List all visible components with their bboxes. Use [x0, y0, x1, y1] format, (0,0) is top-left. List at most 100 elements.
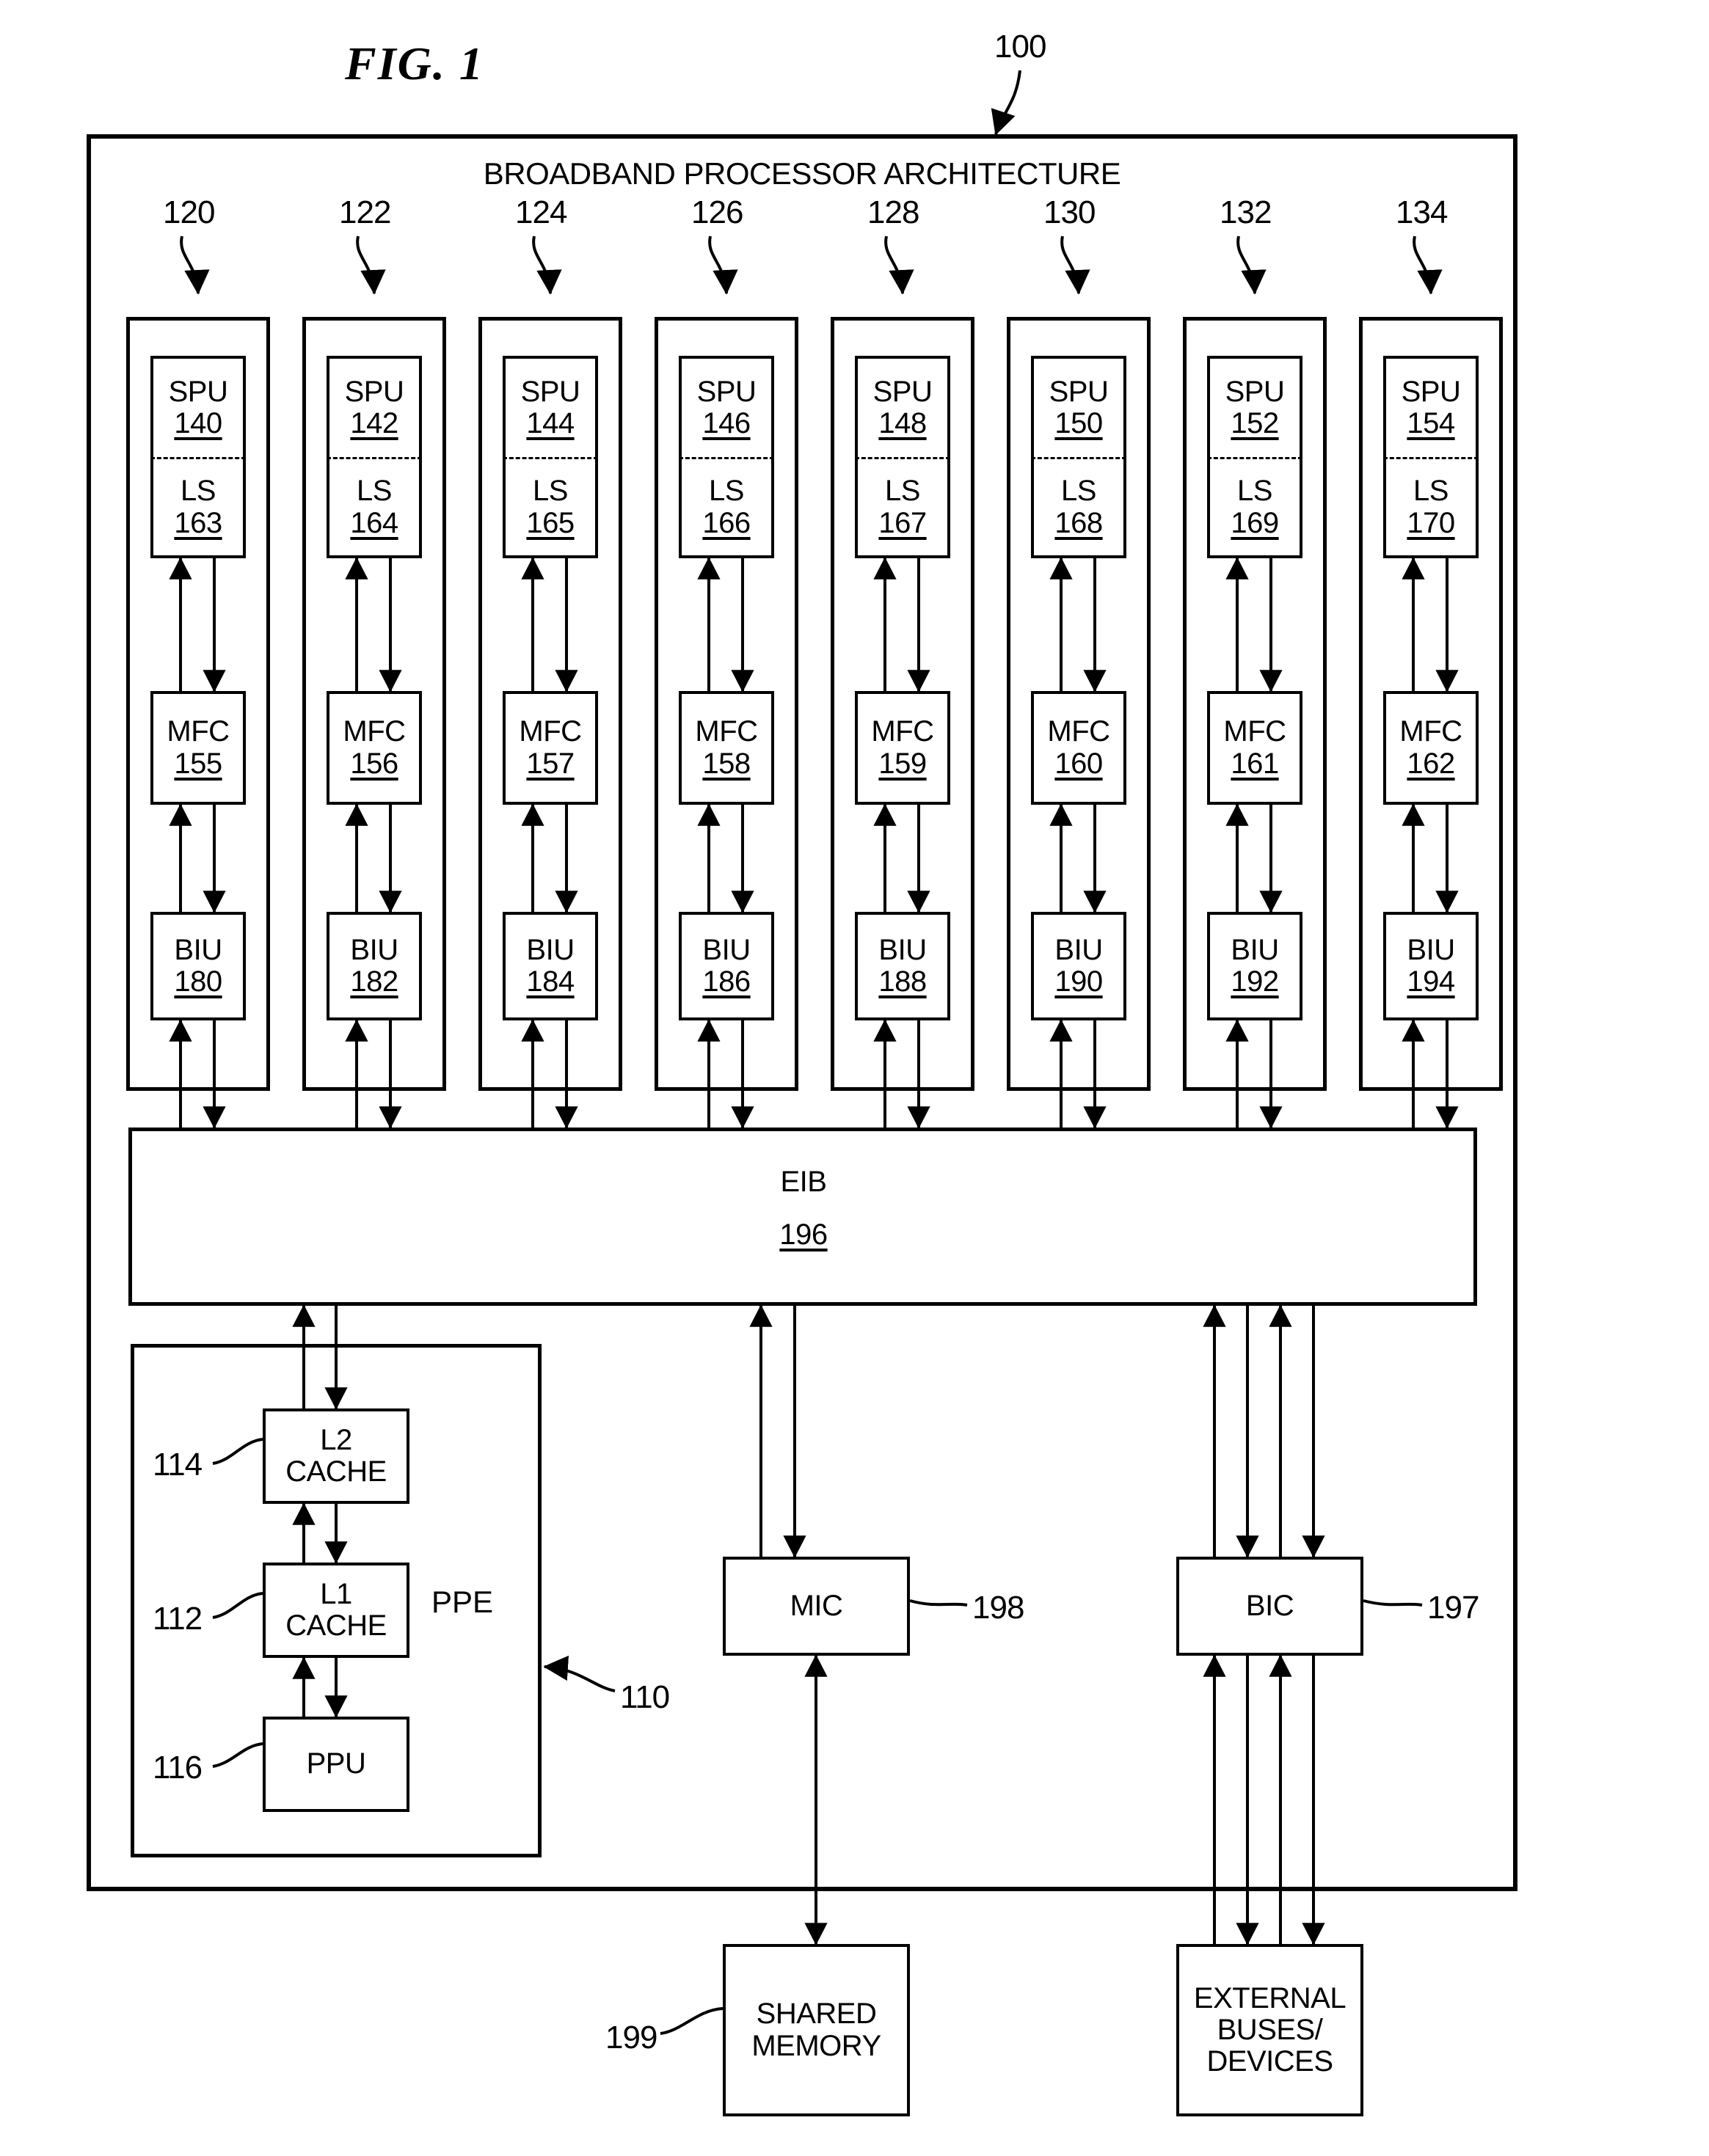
local-store-box-166: LS 166 — [679, 457, 774, 558]
external-line2: BUSES/ — [1217, 2013, 1323, 2046]
mfc-label: MFC — [695, 715, 758, 748]
spu-label: SPU — [344, 375, 404, 408]
ref-number-100: 100 — [994, 29, 1046, 65]
spu-number: 144 — [526, 407, 575, 439]
spu-label: SPU — [520, 375, 580, 408]
spu-box-140: SPU 140 — [150, 356, 246, 457]
spu-box-154: SPU 154 — [1383, 356, 1479, 457]
mfc-number: 159 — [878, 747, 927, 780]
biu-box-192: BIU 192 — [1207, 912, 1302, 1020]
local-store-box-165: LS 165 — [503, 457, 598, 558]
biu-number: 192 — [1231, 965, 1279, 998]
biu-label: BIU — [1231, 933, 1279, 966]
ls-number: 166 — [702, 506, 751, 539]
ref-number-199: 199 — [605, 2020, 657, 2055]
mfc-label: MFC — [871, 715, 934, 748]
spu-box-142: SPU 142 — [327, 356, 422, 457]
mfc-label: MFC — [519, 715, 582, 748]
mfc-box-156: MFC 156 — [327, 691, 422, 805]
spu-box-144: SPU 144 — [503, 356, 598, 457]
l1-cache-line1: L1 — [320, 1577, 352, 1610]
spu-number: 154 — [1407, 407, 1455, 439]
mfc-box-157: MFC 157 — [503, 691, 598, 805]
spu-box-152: SPU 152 — [1207, 356, 1302, 457]
spu-box-146: SPU 146 — [679, 356, 774, 457]
mfc-number: 158 — [702, 747, 751, 780]
ls-label: LS — [1413, 475, 1449, 508]
ls-number: 168 — [1054, 506, 1103, 539]
mfc-box-161: MFC 161 — [1207, 691, 1302, 805]
mfc-number: 155 — [174, 747, 222, 780]
ref-number-112: 112 — [153, 1601, 203, 1637]
biu-box-188: BIU 188 — [855, 912, 950, 1020]
mfc-label: MFC — [343, 715, 406, 748]
spu-label: SPU — [168, 375, 228, 408]
shared-memory-box: SHARED MEMORY — [723, 1944, 910, 2116]
l1-cache-box: L1 CACHE — [263, 1563, 409, 1658]
mic-box: MIC — [723, 1557, 910, 1656]
figure-title: FIG. 1 — [345, 37, 484, 89]
ls-label: LS — [357, 475, 392, 508]
external-buses-devices-box: EXTERNAL BUSES/ DEVICES — [1176, 1944, 1363, 2116]
local-store-box-170: LS 170 — [1383, 457, 1479, 558]
local-store-box-163: LS 163 — [150, 457, 246, 558]
bic-box: BIC — [1176, 1557, 1363, 1656]
eib-box — [128, 1128, 1477, 1306]
ref-number-132: 132 — [1220, 194, 1272, 230]
architecture-title: BROADBAND PROCESSOR ARCHITECTURE — [483, 156, 1121, 191]
ref-number-198: 198 — [972, 1590, 1024, 1626]
ref-number-128: 128 — [867, 194, 919, 230]
leader-100 — [991, 70, 1021, 136]
mfc-label: MFC — [1047, 715, 1110, 748]
mfc-number: 162 — [1407, 747, 1455, 780]
ls-label: LS — [181, 475, 216, 508]
mfc-label: MFC — [1399, 715, 1462, 748]
spu-number: 140 — [174, 407, 222, 439]
ppu-label: PPU — [306, 1747, 366, 1780]
ppe-label: PPE — [431, 1585, 494, 1619]
ref-number-122: 122 — [339, 194, 391, 230]
biu-number: 188 — [878, 965, 927, 998]
biu-label: BIU — [878, 933, 927, 966]
l2-cache-line1: L2 — [320, 1423, 352, 1456]
biu-label: BIU — [1054, 933, 1103, 966]
spu-box-150: SPU 150 — [1031, 356, 1126, 457]
biu-number: 184 — [526, 965, 575, 998]
mfc-number: 160 — [1054, 747, 1103, 780]
ls-number: 167 — [878, 506, 927, 539]
mfc-box-155: MFC 155 — [150, 691, 246, 805]
biu-number: 180 — [174, 965, 222, 998]
bic-label: BIC — [1245, 1589, 1294, 1622]
mfc-label: MFC — [1223, 715, 1286, 748]
local-store-box-168: LS 168 — [1031, 457, 1126, 558]
mfc-label: MFC — [167, 715, 230, 748]
mfc-number: 161 — [1231, 747, 1279, 780]
biu-box-184: BIU 184 — [503, 912, 598, 1020]
patent-figure-1: FIG. 1 100 BROADBAND PROCESSOR ARCHITECT… — [0, 0, 1709, 2156]
spu-label: SPU — [1401, 375, 1461, 408]
local-store-box-167: LS 167 — [855, 457, 950, 558]
mfc-box-160: MFC 160 — [1031, 691, 1126, 805]
biu-box-182: BIU 182 — [327, 912, 422, 1020]
l2-cache-line2: CACHE — [285, 1455, 387, 1488]
biu-label: BIU — [174, 933, 222, 966]
spu-number: 142 — [350, 407, 398, 439]
biu-label: BIU — [1407, 933, 1455, 966]
mfc-box-158: MFC 158 — [679, 691, 774, 805]
ls-label: LS — [1237, 475, 1272, 508]
external-line3: DEVICES — [1206, 2045, 1333, 2078]
l1-cache-line2: CACHE — [285, 1609, 387, 1642]
mic-label: MIC — [790, 1589, 843, 1622]
ls-number: 164 — [350, 506, 398, 539]
biu-box-180: BIU 180 — [150, 912, 246, 1020]
ref-number-114: 114 — [153, 1447, 203, 1483]
ref-number-110: 110 — [620, 1679, 670, 1715]
ls-number: 165 — [526, 506, 575, 539]
ls-number: 163 — [174, 506, 222, 539]
biu-box-190: BIU 190 — [1031, 912, 1126, 1020]
spu-label: SPU — [1049, 375, 1109, 408]
eib-label: EIB — [780, 1166, 827, 1198]
spu-label: SPU — [1225, 375, 1285, 408]
biu-box-186: BIU 186 — [679, 912, 774, 1020]
biu-number: 194 — [1407, 965, 1455, 998]
